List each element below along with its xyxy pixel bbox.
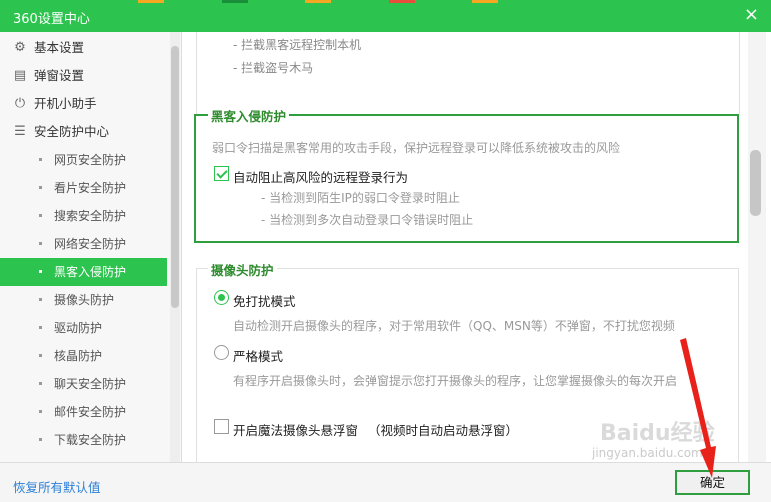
strict-mode-description: 有程序开启摄像头时，会弹窗提示您打开摄像头的程序，让您掌握摄像头的每次开启 (233, 374, 678, 388)
sidebar-subitem-label: 下载安全防护 (54, 433, 127, 447)
sidebar-scrollbar-thumb[interactable] (171, 46, 179, 308)
sidebar-item-security-center[interactable]: ☰ 安全防护中心 (0, 118, 170, 146)
sidebar-item-label: 开机小助手 (34, 96, 97, 111)
prev-section-line: - 拦截盗号木马 (233, 61, 314, 75)
sidebar-subitem-network[interactable]: 网络安全防护 (0, 230, 170, 258)
close-icon[interactable]: × (744, 5, 759, 25)
hacker-description: 弱口令扫描是黑客常用的攻击手段，保护远程登录可以降低系统被攻击的风险 (212, 141, 621, 155)
bullet-icon (39, 326, 42, 329)
ok-button[interactable]: 确定 (675, 470, 750, 495)
camera-section-title: 摄像头防护 (208, 260, 277, 279)
sidebar-item-label: 弹窗设置 (34, 68, 85, 83)
title-bar: 360设置中心 × (0, 0, 771, 32)
content-scrollbar-track[interactable] (748, 32, 766, 462)
bullet-icon (39, 270, 42, 273)
bullet-icon (39, 298, 42, 301)
titlebar-decoration (222, 0, 248, 3)
sidebar-subitem-hacker[interactable]: 黑客入侵防护 (0, 258, 167, 286)
sidebar-item-boot-assistant[interactable]: ⏻ 开机小助手 (0, 90, 170, 118)
footer-bar: 恢复所有默认值 确定 (0, 462, 771, 502)
sidebar-subitem-label: 搜索安全防护 (54, 209, 127, 223)
quiet-mode-label[interactable]: 免打扰模式 (233, 291, 296, 310)
bullet-icon (39, 354, 42, 357)
bullet-icon (39, 158, 42, 161)
sidebar-subitem-chat[interactable]: 聊天安全防护 (0, 370, 170, 398)
hacker-sub-line: - 当检测到陌生IP的弱口令登录时阻止 (261, 191, 460, 205)
magic-camera-label[interactable]: 开启魔法摄像头悬浮窗 (233, 420, 358, 439)
sidebar-subitem-search[interactable]: 搜索安全防护 (0, 202, 170, 230)
titlebar-decoration (305, 0, 331, 3)
content-scrollbar-thumb[interactable] (750, 150, 761, 216)
sidebar: ⚙ 基本设置 ▤ 弹窗设置 ⏻ 开机小助手 ☰ 安全防护中心 网页安全防护 看片… (0, 32, 182, 462)
window-icon: ▤ (13, 68, 27, 83)
watermark-logo: Baidu经验 (600, 421, 715, 446)
sidebar-item-label: 安全防护中心 (34, 124, 110, 139)
sidebar-subitem-label: 核晶防护 (54, 349, 103, 363)
bullet-icon (39, 438, 42, 441)
titlebar-decoration (472, 0, 498, 3)
magic-camera-note: （视频时自动启动悬浮窗） (368, 423, 519, 438)
hacker-section-title: 黑客入侵防护 (208, 106, 290, 125)
restore-defaults-link[interactable]: 恢复所有默认值 (13, 477, 101, 496)
block-remote-login-label[interactable]: 自动阻止高风险的远程登录行为 (233, 167, 408, 186)
sidebar-subitem-label: 看片安全防护 (54, 181, 127, 195)
strict-mode-radio[interactable] (214, 345, 229, 360)
sidebar-item-basic-settings[interactable]: ⚙ 基本设置 (0, 34, 170, 62)
bullet-icon (39, 186, 42, 189)
quiet-mode-description: 自动检测开启摄像头的程序，对于常用软件（QQ、MSN等）不弹窗，不打扰您视频 (233, 319, 675, 333)
power-icon: ⏻ (14, 96, 26, 111)
watermark-url: jingyan.baidu.com (592, 446, 703, 460)
list-icon: ☰ (14, 124, 26, 139)
titlebar-decoration (138, 0, 164, 3)
bullet-icon (39, 382, 42, 385)
sidebar-subitem-driver[interactable]: 驱动防护 (0, 314, 170, 342)
sidebar-subitem-crystal[interactable]: 核晶防护 (0, 342, 170, 370)
sidebar-subitem-label: 摄像头防护 (54, 293, 115, 307)
bullet-icon (39, 242, 42, 245)
bullet-icon (39, 410, 42, 413)
main-content: - 拦截黑客远程控制本机 - 拦截盗号木马 黑客入侵防护 弱口令扫描是黑客常用的… (183, 32, 771, 462)
gear-icon: ⚙ (14, 40, 26, 55)
sidebar-item-label: 基本设置 (34, 40, 85, 55)
sidebar-subitem-label: 邮件安全防护 (54, 405, 127, 419)
sidebar-subitem-web[interactable]: 网页安全防护 (0, 146, 170, 174)
sidebar-subitem-label: 驱动防护 (54, 321, 103, 335)
block-remote-login-checkbox[interactable] (214, 166, 229, 181)
sidebar-subitem-mail[interactable]: 邮件安全防护 (0, 398, 170, 426)
sidebar-subitem-label: 黑客入侵防护 (54, 265, 127, 279)
sidebar-subitem-label: 网络安全防护 (54, 237, 127, 251)
hacker-sub-line: - 当检测到多次自动登录口令错误时阻止 (261, 213, 474, 227)
quiet-mode-radio[interactable] (214, 290, 229, 305)
sidebar-subitem-label: 聊天安全防护 (54, 377, 127, 391)
sidebar-subitem-camera[interactable]: 摄像头防护 (0, 286, 170, 314)
window-title: 360设置中心 (13, 12, 90, 27)
titlebar-decoration (389, 0, 415, 3)
sidebar-item-popup-settings[interactable]: ▤ 弹窗设置 (0, 62, 170, 90)
prev-section-line: - 拦截黑客远程控制本机 (233, 38, 362, 52)
strict-mode-label[interactable]: 严格模式 (233, 346, 283, 365)
bullet-icon (39, 214, 42, 217)
sidebar-subitem-video[interactable]: 看片安全防护 (0, 174, 170, 202)
magic-camera-checkbox[interactable] (214, 419, 229, 434)
sidebar-subitem-label: 网页安全防护 (54, 153, 127, 167)
sidebar-subitem-download[interactable]: 下载安全防护 (0, 426, 170, 454)
